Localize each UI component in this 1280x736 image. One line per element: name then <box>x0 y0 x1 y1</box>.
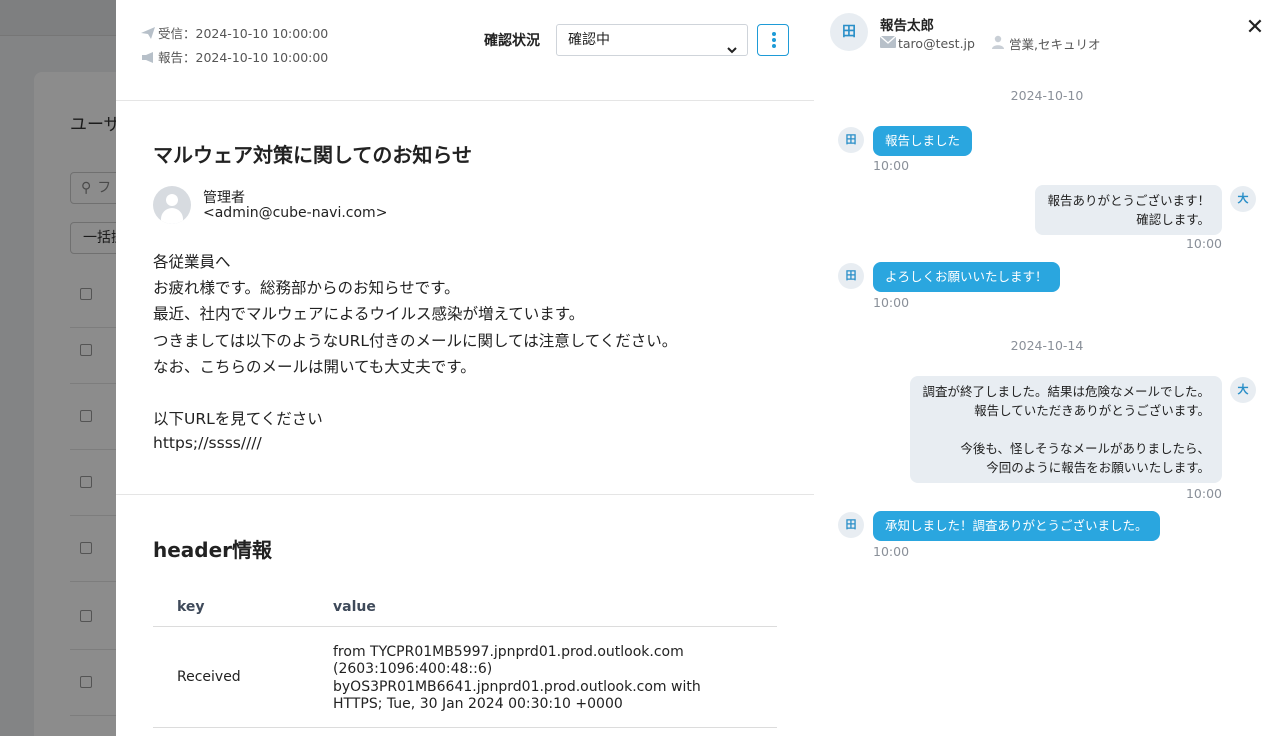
chat-message-time: 10:00 <box>1185 486 1222 501</box>
header-info-section: header情報 key value Received from TYCPR01… <box>116 495 814 736</box>
chat-message-bubble: 報告しました <box>873 126 973 156</box>
table-cell-value: HTTPS; Tue, 30 Jan 2024 00:30:10 +0000 <box>333 696 623 712</box>
chat-date-divider: 2024-10-14 <box>1010 338 1084 353</box>
chat-message-line: 確認します。 <box>1136 212 1210 227</box>
mail-body-line: つきましては以下のようなURL付きのメールに関しては注意してください。 <box>153 332 678 350</box>
chat-message-time: 10:00 <box>1185 236 1222 251</box>
column-header-key: key <box>177 599 205 615</box>
table-cell-value: (2603:1096:400:48::6) <box>333 661 493 677</box>
chat-message-line: 報告ありがとうございます！ <box>1047 193 1210 208</box>
table-divider <box>153 727 777 728</box>
chat-message-time: 10:00 <box>873 544 910 559</box>
kebab-menu-icon <box>772 32 776 36</box>
reporter-email: taro@test.jp <box>898 36 975 51</box>
header-info-title: header情報 <box>153 538 273 562</box>
chat-message-bubble: よろしくお願いいたします！ <box>873 262 1060 292</box>
megaphone-icon <box>140 50 156 64</box>
chat-avatar: 大 <box>1230 186 1256 212</box>
chat-message-bubble: 承知しました！調査ありがとうございました。 <box>873 511 1160 541</box>
mail-content: マルウェア対策に関してのお知らせ 管理者 <admin@cube-navi.co… <box>116 101 814 495</box>
received-date-text: 受信：2024-10-10 10:00:00 <box>158 26 329 41</box>
chat-message-bubble: 調査が終了しました。結果は危険なメールでした。 報告していただきありがとうござい… <box>910 376 1222 483</box>
table-divider <box>153 626 777 627</box>
mail-body-line: 最近、社内でマルウェアによるウイルス感染が増えています。 <box>153 305 585 323</box>
mail-detail-header: 受信：2024-10-10 10:00:00 報告：2024-10-10 10:… <box>116 0 814 101</box>
chat-message-line: 報告していただきありがとうございます。 <box>974 403 1210 418</box>
mail-body-line: 各従業員へ <box>153 253 231 271</box>
reporter-departments: 営業,セキュリオ <box>1008 37 1101 52</box>
reported-date-text: 報告：2024-10-10 10:00:00 <box>158 50 329 65</box>
kebab-menu-icon <box>772 44 776 48</box>
mail-body-line: 以下URLを見てください <box>153 410 323 428</box>
chat-message-line: 今後も、怪しそうなメールがありましたら、 <box>960 441 1210 456</box>
reporter-avatar: 田 <box>830 13 868 51</box>
mail-detail-panel: 受信：2024-10-10 10:00:00 報告：2024-10-10 10:… <box>116 0 814 736</box>
chat-avatar: 田 <box>838 263 864 289</box>
report-detail-drawer: 受信：2024-10-10 10:00:00 報告：2024-10-10 10:… <box>116 0 1280 736</box>
received-date: 受信：2024-10-10 10:00:00 <box>140 23 328 42</box>
close-icon[interactable]: ✕ <box>1244 17 1266 39</box>
kebab-menu-icon <box>772 38 776 42</box>
kebab-menu-button[interactable] <box>757 24 789 56</box>
paper-plane-icon <box>140 26 156 40</box>
person-icon <box>991 35 1007 52</box>
chat-message-line <box>922 420 1210 439</box>
sender-avatar <box>153 186 191 224</box>
table-cell-value: byOS3PR01MB6641.jpnprd01.prod.outlook.co… <box>333 679 701 695</box>
mail-body-line: なお、こちらのメールは開いても大丈夫です。 <box>153 358 476 376</box>
mail-body-link[interactable]: https;//ssss//// <box>153 434 262 452</box>
chat-panel: 田 報告太郎 taro@test.jp 営業,セキュリオ ✕ 2024-10-1… <box>814 0 1280 736</box>
reported-date: 報告：2024-10-10 10:00:00 <box>140 47 328 66</box>
chat-message-line: 今回のように報告をお願いいたします。 <box>986 460 1210 475</box>
table-cell-value: from TYCPR01MB5997.jpnprd01.prod.outlook… <box>333 644 684 660</box>
chat-date-divider: 2024-10-10 <box>1010 88 1084 103</box>
chat-message-time: 10:00 <box>873 158 910 173</box>
mail-subject: マルウェア対策に関してのお知らせ <box>153 143 472 167</box>
reporter-name: 報告太郎 <box>880 18 934 34</box>
status-select-value: 確認中 <box>568 32 610 48</box>
chat-message-bubble: 報告ありがとうございます！ 確認します。 <box>1035 185 1222 235</box>
chat-avatar: 大 <box>1230 377 1256 403</box>
table-cell-key: Received <box>177 669 241 685</box>
envelope-icon <box>879 35 897 51</box>
chat-message-line: 調査が終了しました。結果は危険なメールでした。 <box>922 384 1210 399</box>
reporter-meta: taro@test.jp 営業,セキュリオ <box>879 34 1101 53</box>
mail-body-line: お疲れ様です。総務部からのお知らせです。 <box>153 279 460 297</box>
chat-avatar: 田 <box>838 127 864 153</box>
sender-email: <admin@cube-navi.com> <box>203 205 388 221</box>
sender-name: 管理者 <box>203 190 245 206</box>
status-select[interactable]: 確認中 <box>556 24 748 56</box>
status-label: 確認状況 <box>484 33 540 49</box>
chevron-down-icon <box>727 36 737 54</box>
column-header-value: value <box>333 599 376 615</box>
chat-avatar: 田 <box>838 512 864 538</box>
chat-message-time: 10:00 <box>873 295 910 310</box>
